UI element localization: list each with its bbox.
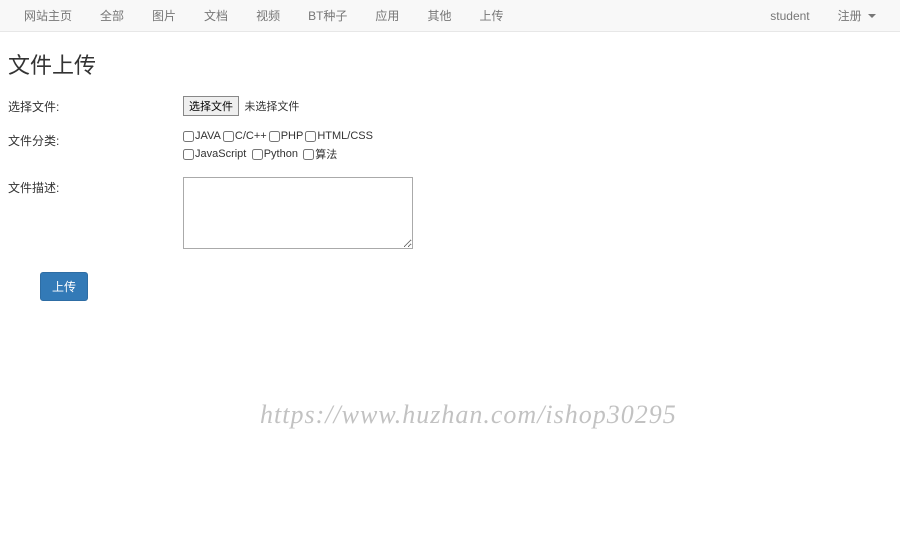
label-category: 文件分类: xyxy=(8,130,183,163)
nav-register-dropdown[interactable]: 注册 xyxy=(824,0,890,32)
checkbox-label-php: PHP xyxy=(281,130,304,142)
category-checkbox-group: JAVA C/C++ PHP HTML/CSS JavaScript Pytho… xyxy=(183,130,543,163)
field-file: 选择文件 未选择文件 xyxy=(183,96,892,116)
checkbox-label-js: JavaScript xyxy=(195,148,246,160)
checkbox-java[interactable]: JAVA xyxy=(183,130,221,142)
nav-bt[interactable]: BT种子 xyxy=(294,0,361,32)
checkbox-input-algo[interactable] xyxy=(303,149,314,160)
checkbox-input-js[interactable] xyxy=(183,149,194,160)
nav-app[interactable]: 应用 xyxy=(361,0,413,32)
category-row2: JavaScript Python 算法 xyxy=(183,146,543,163)
main-container: 文件上传 选择文件: 选择文件 未选择文件 文件分类: JAVA C/C++ P… xyxy=(0,32,900,311)
checkbox-input-php[interactable] xyxy=(269,131,280,142)
nav-docs[interactable]: 文档 xyxy=(190,0,242,32)
top-navbar: 网站主页 全部 图片 文档 视频 BT种子 应用 其他 上传 student 注… xyxy=(0,0,900,32)
field-category: JAVA C/C++ PHP HTML/CSS JavaScript Pytho… xyxy=(183,130,892,163)
checkbox-input-ccpp[interactable] xyxy=(223,131,234,142)
checkbox-algo[interactable]: 算法 xyxy=(303,146,337,162)
checkbox-label-algo: 算法 xyxy=(315,146,337,162)
checkbox-js[interactable]: JavaScript xyxy=(183,148,246,160)
description-textarea[interactable] xyxy=(183,177,413,249)
row-desc: 文件描述: xyxy=(8,177,892,252)
nav-upload[interactable]: 上传 xyxy=(465,0,517,32)
nav-all[interactable]: 全部 xyxy=(86,0,138,32)
nav-images[interactable]: 图片 xyxy=(138,0,190,32)
checkbox-label-java: JAVA xyxy=(195,130,221,142)
row-file: 选择文件: 选择文件 未选择文件 xyxy=(8,96,892,116)
checkbox-ccpp[interactable]: C/C++ xyxy=(223,130,267,142)
nav-left: 网站主页 全部 图片 文档 视频 BT种子 应用 其他 上传 xyxy=(10,0,517,31)
nav-video[interactable]: 视频 xyxy=(242,0,294,32)
upload-button[interactable]: 上传 xyxy=(40,272,88,301)
nav-register-label: 注册 xyxy=(838,9,862,23)
nav-other[interactable]: 其他 xyxy=(413,0,465,32)
page-title: 文件上传 xyxy=(8,48,892,80)
checkbox-label-htmlcss: HTML/CSS xyxy=(317,130,373,142)
nav-right: student 注册 xyxy=(756,0,890,31)
checkbox-label-python: Python xyxy=(264,148,298,160)
label-file: 选择文件: xyxy=(8,96,183,116)
checkbox-input-python[interactable] xyxy=(252,149,263,160)
file-status-text: 未选择文件 xyxy=(244,101,299,113)
choose-file-button[interactable]: 选择文件 xyxy=(183,96,239,116)
checkbox-label-ccpp: C/C++ xyxy=(235,130,267,142)
label-desc: 文件描述: xyxy=(8,177,183,252)
checkbox-input-java[interactable] xyxy=(183,131,194,142)
checkbox-python[interactable]: Python xyxy=(252,148,298,160)
watermark-text: https://www.huzhan.com/ishop30295 xyxy=(260,400,677,430)
checkbox-php[interactable]: PHP xyxy=(269,130,304,142)
chevron-down-icon xyxy=(868,14,876,18)
checkbox-input-htmlcss[interactable] xyxy=(305,131,316,142)
checkbox-htmlcss[interactable]: HTML/CSS xyxy=(305,130,373,142)
row-category: 文件分类: JAVA C/C++ PHP HTML/CSS JavaScript… xyxy=(8,130,892,163)
nav-home[interactable]: 网站主页 xyxy=(10,0,86,32)
nav-user[interactable]: student xyxy=(756,0,823,32)
field-desc xyxy=(183,177,892,252)
